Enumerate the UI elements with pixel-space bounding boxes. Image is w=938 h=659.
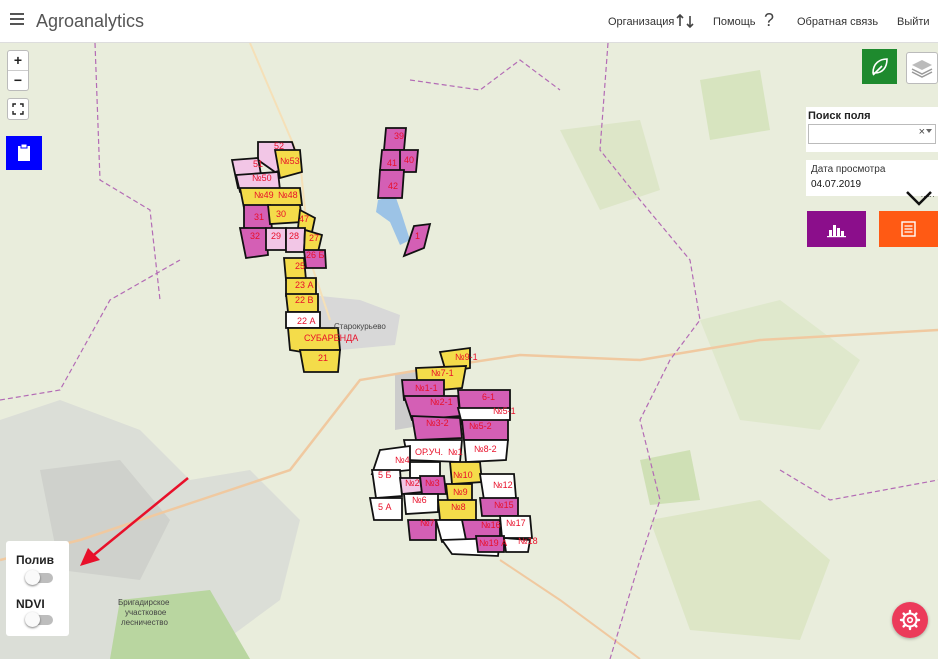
switch-arrows-icon[interactable] (676, 12, 694, 30)
field-label: 40 (404, 155, 414, 165)
field-label: 41 (387, 158, 397, 168)
forest-label: участковое (125, 608, 167, 617)
field-label: 21 (318, 353, 328, 363)
field-search-select[interactable]: × (808, 124, 936, 144)
field-label: ОР.УЧ. (415, 447, 443, 457)
field-label: №10 (453, 470, 473, 480)
field-label: №16 (481, 520, 501, 530)
field-search-panel: Поиск поля × (806, 107, 938, 152)
field-label: СУБАРЕНДА (304, 333, 358, 343)
forest-label: Бригадирское (118, 598, 170, 607)
logout-link[interactable]: Выйти (897, 16, 930, 28)
field-label: №12 (493, 480, 513, 490)
toggle-knob (25, 612, 40, 627)
field-label: 23 А (295, 280, 314, 290)
field-label: 29 (271, 231, 281, 241)
fullscreen-icon (12, 103, 24, 115)
map-canvas[interactable]: 52 №53 51 №50 №49 №48 31 30 47 32 29 28 … (0, 43, 938, 659)
field-label: 39 (394, 131, 404, 141)
field-label: 6-1 (482, 392, 495, 402)
field-label: 22 А (297, 316, 316, 326)
hamburger-menu-icon[interactable] (10, 13, 24, 25)
field-label: 52 (274, 141, 284, 151)
toggle-knob (25, 570, 40, 585)
field-label: №17 (506, 518, 526, 528)
zoom-in-button[interactable]: + (8, 51, 28, 70)
top-bar: Agroanalytics Организация Помощь ? Обрат… (0, 0, 938, 43)
field-label: 5 Б (378, 470, 392, 480)
field-label: 42 (388, 181, 398, 191)
field-label: №49 (254, 190, 274, 200)
field-label: 30 (276, 209, 286, 219)
zoom-control: + − (7, 50, 29, 91)
field-label: 1 (415, 231, 420, 241)
gear-icon (899, 609, 921, 631)
ndvi-label: NDVI (16, 597, 45, 611)
forest-label: лесничество (121, 618, 168, 627)
help-link[interactable]: Помощь (713, 16, 756, 28)
bar-chart-icon (827, 225, 846, 238)
field-label: №1-1 (415, 383, 438, 393)
report-button[interactable] (879, 211, 938, 247)
village-label: Старокурьево (334, 322, 386, 331)
map-layer[interactable]: 52 №53 51 №50 №49 №48 31 30 47 32 29 28 … (0, 43, 938, 659)
field-label: №50 (252, 173, 272, 183)
field-label: 22 В (295, 295, 314, 305)
field-label: №3-2 (426, 418, 449, 428)
ndvi-toggle[interactable] (25, 612, 53, 627)
field-label: №15 (494, 500, 514, 510)
leaf-icon (872, 58, 888, 76)
field-label: №6 (412, 495, 427, 505)
field-label: №2 (405, 478, 420, 488)
field-label: 27 (309, 233, 319, 243)
field-label: 31 (254, 212, 264, 222)
field-label: №8 (451, 502, 466, 512)
view-date-value[interactable]: 04.07.2019 (811, 179, 861, 190)
field-label: №19 А (479, 538, 507, 548)
field-label: №4 (395, 455, 410, 465)
field-label: №53 (280, 156, 300, 166)
field-label: №8-2 (474, 444, 497, 454)
feedback-link[interactable]: Обратная связь (797, 16, 878, 28)
document-icon (901, 221, 916, 237)
settings-button[interactable] (892, 602, 928, 638)
field-label: 25 (295, 261, 305, 271)
field-label: №18 (518, 536, 538, 546)
field-label: 28 (289, 231, 299, 241)
field-label: №48 (278, 190, 298, 200)
field-label: 32 (250, 231, 260, 241)
irrigation-toggle[interactable] (25, 570, 53, 585)
leaf-button[interactable] (862, 49, 897, 84)
view-date-label: Дата просмотра (811, 164, 886, 175)
field-label: №9 (453, 487, 468, 497)
clear-icon[interactable]: × (919, 126, 925, 138)
app-title: Agroanalytics (36, 11, 145, 31)
layers-button[interactable] (906, 52, 938, 84)
layers-icon (911, 60, 933, 78)
caret-down-icon[interactable] (926, 129, 932, 133)
organization-link[interactable]: Организация (608, 16, 674, 28)
field-label: №5-1 (493, 406, 516, 416)
field-label: №9-1 (455, 352, 478, 362)
chart-button[interactable] (807, 211, 866, 247)
field-label: №5-2 (469, 421, 492, 431)
field-label: №7-1 (431, 368, 454, 378)
irrigation-label: Полив (16, 553, 55, 567)
field-search-label: Поиск поля (808, 110, 871, 122)
chevron-down-icon[interactable] (904, 186, 934, 210)
zoom-out-button[interactable]: − (8, 70, 28, 90)
field-label: №2-1 (430, 397, 453, 407)
field-label: №3 (425, 478, 440, 488)
field-label: 51 (253, 159, 263, 169)
field-label: 5 А (378, 502, 392, 512)
field-label: №1 (448, 447, 463, 457)
layer-toggle-panel: Полив NDVI (6, 541, 69, 636)
fullscreen-button[interactable] (7, 98, 29, 120)
clipboard-button[interactable] (6, 136, 42, 170)
field-label: №7 (420, 518, 435, 528)
field-label: 47 (299, 214, 309, 224)
field-label: 26 Б (306, 250, 325, 260)
clipboard-icon (18, 143, 30, 161)
question-icon[interactable]: ? (764, 10, 774, 31)
